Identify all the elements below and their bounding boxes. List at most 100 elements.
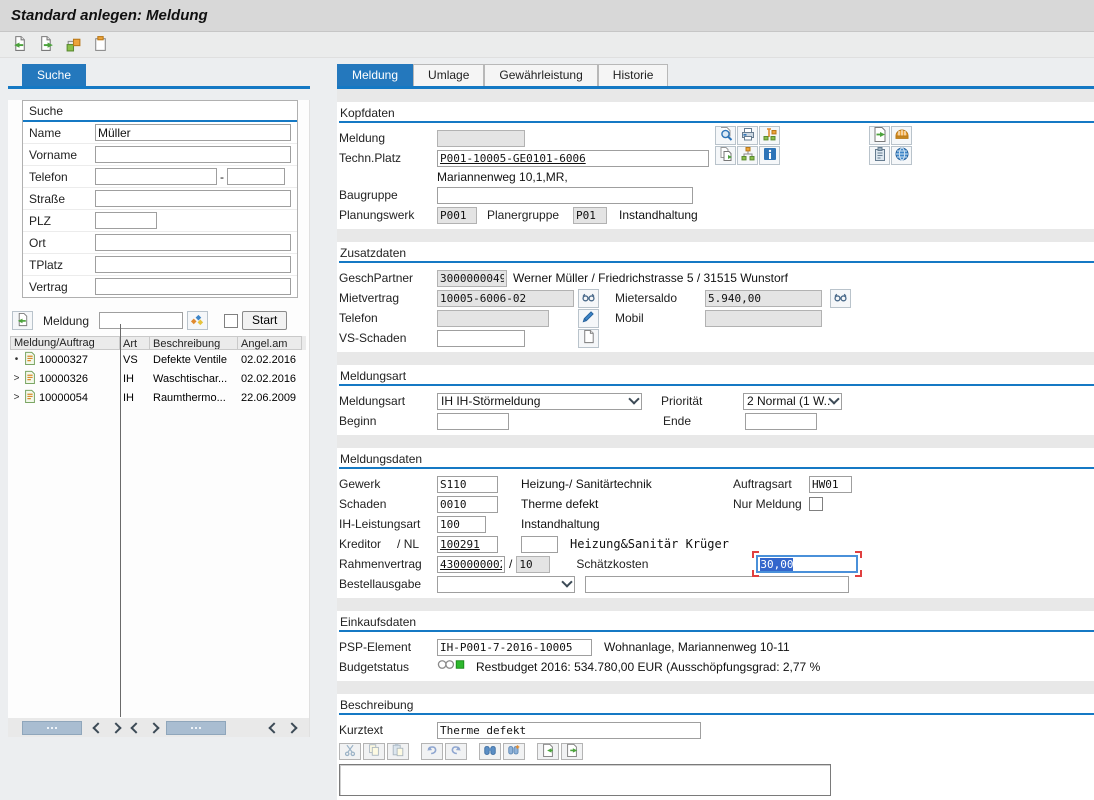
geschpartner-field[interactable] — [437, 270, 507, 287]
display-mietvertrag-button[interactable] — [578, 289, 599, 308]
meldungsart-select[interactable]: IH IH-Störmeldung — [437, 393, 642, 410]
name-input[interactable] — [95, 124, 291, 141]
schaden-input[interactable] — [437, 496, 498, 513]
table-row[interactable]: • 10000327 VS Defekte Ventile 02.02.2016 — [10, 350, 306, 369]
telefon-ext-input[interactable] — [227, 168, 285, 185]
tab-suche[interactable]: Suche — [22, 64, 86, 86]
mobil-label: Mobil — [615, 311, 705, 325]
column-split-divider[interactable] — [120, 324, 121, 717]
zusatz-telefon-field[interactable] — [437, 310, 549, 327]
tab-gewaehrleistung[interactable]: Gewährleistung — [484, 64, 597, 86]
add-to-hierarchy-button[interactable] — [759, 126, 780, 145]
copy-button[interactable] — [363, 743, 385, 760]
col-header-art[interactable]: Art — [120, 336, 150, 350]
kreditor-nl-input[interactable] — [521, 536, 558, 553]
checkin-doc-button[interactable] — [9, 35, 29, 54]
schaetzkosten-input[interactable]: 30,00 — [756, 555, 858, 573]
tplatz-input[interactable] — [95, 256, 291, 273]
scrollbar-thumb[interactable] — [22, 721, 82, 735]
display-mietersaldo-button[interactable] — [830, 289, 851, 308]
checkout-doc-button[interactable] — [36, 35, 56, 54]
col-header-meldung-auftrag[interactable]: Meldung/Auftrag — [10, 336, 120, 350]
scroll-left-button[interactable] — [266, 721, 281, 734]
expand-chevron-icon[interactable]: > — [12, 392, 21, 403]
print-button[interactable] — [737, 126, 758, 145]
ende-input[interactable] — [745, 413, 817, 430]
table-row[interactable]: > 10000054 IH Raumthermo... 22.06.2009 — [10, 388, 306, 407]
load-text-button[interactable] — [537, 743, 559, 760]
rahmenvertrag-pos-field[interactable] — [516, 556, 550, 573]
paste-button[interactable] — [387, 743, 409, 760]
vertrag-input[interactable] — [95, 278, 291, 295]
kurztext-input[interactable] — [437, 722, 701, 739]
prioritaet-select[interactable]: 2 Normal (1 W... — [743, 393, 842, 410]
copy-structure-button[interactable] — [63, 35, 83, 54]
address-row: Mariannenweg 10,1,MR, — [339, 168, 1094, 185]
longtext-editor[interactable] — [339, 764, 831, 796]
structure-overview-button[interactable] — [737, 146, 758, 165]
edit-button[interactable] — [578, 309, 599, 328]
display-detail-button[interactable] — [715, 126, 736, 145]
load-meldung-button[interactable] — [12, 311, 33, 330]
tab-umlage[interactable]: Umlage — [413, 64, 484, 86]
technplatz-input[interactable] — [437, 150, 709, 167]
meldung-number-field[interactable] — [437, 130, 525, 147]
tab-meldung[interactable]: Meldung — [337, 64, 413, 86]
save-text-button[interactable] — [561, 743, 583, 760]
scroll-left-button[interactable] — [128, 721, 143, 734]
expand-chevron-icon[interactable]: > — [12, 373, 21, 384]
cut-button[interactable] — [339, 743, 361, 760]
find-next-button[interactable] — [503, 743, 525, 760]
ende-label: Ende — [663, 414, 745, 428]
schaetzkosten-label: Schätzkosten — [576, 557, 756, 571]
beginn-input[interactable] — [437, 413, 509, 430]
meldung-search-input[interactable] — [99, 312, 183, 329]
kreditor-label: Kreditor — [339, 537, 381, 551]
scrollbar-thumb[interactable] — [166, 721, 226, 735]
table-row[interactable]: > 10000326 IH Waschtischar... 02.02.2016 — [10, 369, 306, 388]
vsschaden-input[interactable] — [437, 330, 525, 347]
paste-clipboard-button[interactable] — [90, 35, 110, 54]
attachment-button[interactable] — [869, 146, 890, 165]
scroll-right-button[interactable] — [284, 721, 299, 734]
rahmenvertrag-input[interactable] — [437, 556, 505, 573]
col-header-beschreibung[interactable]: Beschreibung — [150, 336, 238, 350]
create-document-button[interactable] — [578, 329, 599, 348]
auftragsart-field[interactable] — [809, 476, 852, 493]
copy-document-button[interactable] — [715, 146, 736, 165]
strasse-input[interactable] — [95, 190, 291, 207]
tab-historie[interactable]: Historie — [598, 64, 669, 86]
ort-input[interactable] — [95, 234, 291, 251]
multiple-selection-button[interactable] — [187, 311, 208, 330]
find-button[interactable] — [479, 743, 501, 760]
bestellausgabe-input[interactable] — [585, 576, 849, 593]
plz-input[interactable] — [95, 212, 157, 229]
transfer-document-button[interactable] — [869, 126, 890, 145]
planergruppe-field[interactable] — [573, 207, 607, 224]
redo-button[interactable] — [445, 743, 467, 760]
mietvertrag-field[interactable] — [437, 290, 574, 307]
baugruppe-input[interactable] — [437, 187, 693, 204]
col-header-angelam[interactable]: Angel.am — [238, 336, 302, 350]
psp-input[interactable] — [437, 639, 592, 656]
planungswerk-field[interactable] — [437, 207, 477, 224]
gewerk-input[interactable] — [437, 476, 498, 493]
kreditor-input[interactable] — [437, 536, 498, 553]
search-start-checkbox[interactable] — [224, 314, 238, 328]
mobil-field[interactable] — [705, 310, 822, 327]
telefon-input[interactable] — [95, 168, 217, 185]
start-button[interactable]: Start — [242, 311, 287, 330]
shop-button[interactable] — [891, 126, 912, 145]
leistungsart-input[interactable] — [437, 516, 486, 533]
undo-button[interactable] — [421, 743, 443, 760]
chevron-right-icon — [110, 722, 121, 733]
nurmeldung-checkbox[interactable] — [809, 497, 823, 511]
internet-button[interactable] — [891, 146, 912, 165]
mietersaldo-field[interactable] — [705, 290, 822, 307]
scroll-left-button[interactable] — [90, 721, 105, 734]
bestellausgabe-select[interactable] — [437, 576, 575, 593]
scroll-right-button[interactable] — [146, 721, 161, 734]
vorname-input[interactable] — [95, 146, 291, 163]
scroll-right-button[interactable] — [108, 721, 123, 734]
info-button[interactable] — [759, 146, 780, 165]
